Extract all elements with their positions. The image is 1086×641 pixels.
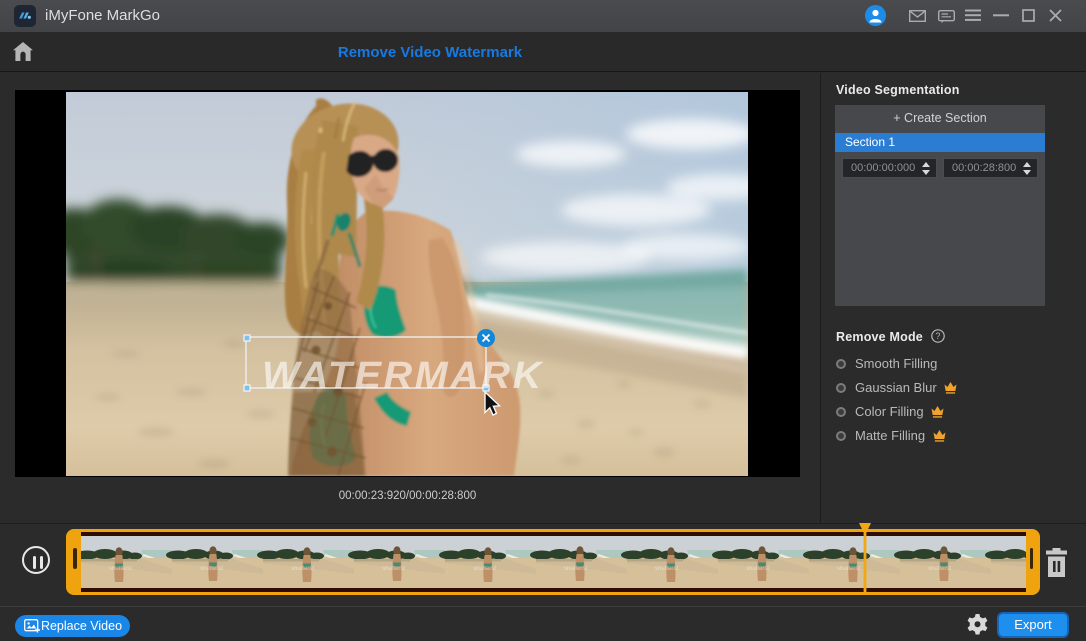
svg-text:shutterst: shutterst xyxy=(928,566,951,572)
svg-text:shutterst: shutterst xyxy=(109,566,132,572)
svg-text:?: ? xyxy=(935,331,940,341)
svg-text:shutterst: shutterst xyxy=(382,566,405,572)
svg-text:shutterst: shutterst xyxy=(746,566,769,572)
svg-text:shutterst: shutterst xyxy=(291,566,314,572)
svg-text:shutterst: shutterst xyxy=(473,566,496,572)
svg-text:shutterst: shutterst xyxy=(655,566,678,572)
svg-text:shutterst: shutterst xyxy=(200,566,223,572)
svg-text:shutterst: shutterst xyxy=(564,566,587,572)
